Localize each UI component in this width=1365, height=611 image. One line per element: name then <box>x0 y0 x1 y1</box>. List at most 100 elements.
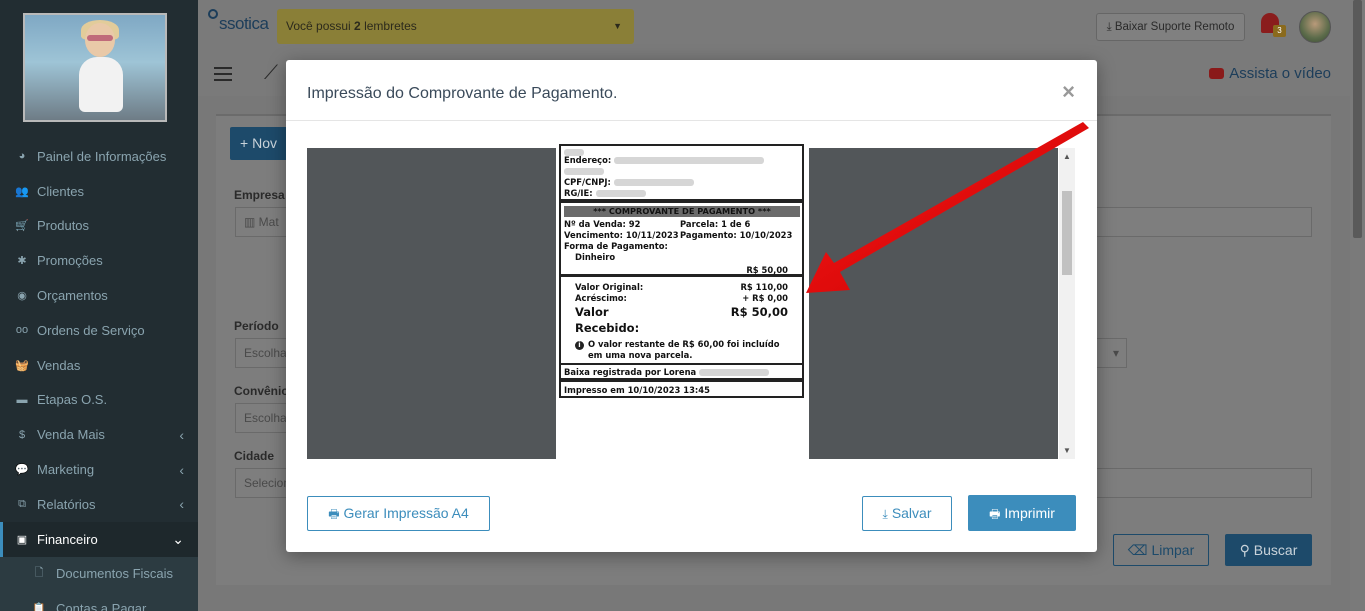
values-section: Valor Original: R$ 110,00 Acréscimo: + R… <box>559 275 804 365</box>
sidebar-item-ordens-servico[interactable]: oo Ordens de Serviço <box>0 313 198 348</box>
modal-divider <box>286 120 1097 121</box>
reminders-dropdown[interactable]: Você possui 2 lembretes ▼ <box>277 9 634 44</box>
sidebar-item-label: Venda Mais <box>37 427 105 443</box>
payment-method-label: Forma de Pagamento: <box>564 241 668 251</box>
sidebar-item-contas-pagar[interactable]: 📋 Contas a Pagar <box>0 591 198 611</box>
menu-toggle-icon[interactable] <box>214 67 232 81</box>
addition-label: Acréscimo: <box>575 293 627 303</box>
notifications-bell[interactable]: 3 <box>1261 11 1286 37</box>
copy-icon: ⧉ <box>18 497 26 510</box>
download-remote-support-button[interactable]: ⤓ Baixar Suporte Remoto <box>1096 13 1245 41</box>
save-button-label: Salvar <box>891 505 932 521</box>
sidebar-item-label: Painel de Informações <box>37 148 167 164</box>
viewer-right-panel <box>809 148 1058 459</box>
watch-video-link[interactable]: Assista o vídeo <box>1209 65 1331 82</box>
search-button-label: Buscar <box>1253 542 1298 558</box>
chevron-left-icon: ‹ <box>179 496 184 513</box>
note-line-2: em uma nova parcela. <box>588 350 693 360</box>
sidebar-item-vendas[interactable]: 🧺 Vendas <box>0 348 198 383</box>
chevron-left-icon: ‹ <box>179 461 184 478</box>
clipboard-icon: 📋 <box>32 603 46 611</box>
printed-at-section: Impresso em 10/10/2023 13:45 <box>559 380 804 398</box>
scroll-down-icon[interactable]: ▼ <box>1063 446 1071 455</box>
app-logo[interactable]: ssotica <box>208 9 269 34</box>
users-icon: 👥 <box>15 185 29 198</box>
save-button[interactable]: ⤓ Salvar <box>862 496 952 531</box>
sidebar-item-marketing[interactable]: 💬 Marketing ‹ <box>0 452 198 487</box>
profile-photo <box>23 13 167 122</box>
chart-icon[interactable]: ⟋ <box>264 62 278 85</box>
convenio-value: Escolha <box>244 411 287 425</box>
download-icon: ⤓ <box>882 507 888 521</box>
print-button[interactable]: 🖶 Imprimir <box>968 495 1076 531</box>
scroll-thumb[interactable] <box>1062 191 1072 275</box>
user-avatar[interactable] <box>1299 11 1331 43</box>
page-scrollbar[interactable] <box>1350 0 1365 611</box>
close-icon[interactable]: × <box>1062 81 1075 103</box>
empresa-value: Mat <box>258 215 279 229</box>
sale-number: Nº da Venda: 92 <box>564 219 641 229</box>
basket-icon: 🧺 <box>15 359 29 372</box>
clear-button-label: Limpar <box>1151 542 1195 558</box>
sidebar-item-orcamentos[interactable]: ◉ Orçamentos <box>0 278 198 313</box>
payment-method: Dinheiro <box>575 252 616 262</box>
reminder-prefix: Você possui <box>286 19 355 33</box>
chevron-left-icon: ‹ <box>179 426 184 443</box>
sidebar-item-label: Ordens de Serviço <box>37 322 145 338</box>
original-value-label: Valor Original: <box>575 282 644 292</box>
reminder-count: 2 <box>354 19 361 33</box>
generate-a4-button[interactable]: 🖶 Gerar Impressão A4 <box>307 496 490 531</box>
clear-button[interactable]: ⌫ Limpar <box>1113 534 1209 566</box>
sidebar-item-etapas-os[interactable]: ▬ Etapas O.S. <box>0 383 198 418</box>
cidade-value: Selecion <box>244 476 291 490</box>
cpf-label: CPF/CNPJ: <box>564 177 611 187</box>
info-icon: i <box>575 341 584 350</box>
addition-value: + R$ 0,00 <box>742 293 788 303</box>
payment-receipt-modal: Impressão do Comprovante de Pagamento. ×… <box>286 60 1097 552</box>
viewer-scrollbar[interactable]: ▲ ▼ <box>1059 148 1075 459</box>
right-filter-field-2[interactable] <box>1096 468 1312 498</box>
sidebar-item-financeiro[interactable]: ▣ Financeiro ⌄ <box>0 521 198 557</box>
pdf-viewer[interactable]: Endereço: CPF/CNPJ: RG/IE: *** COMPROVAN… <box>307 144 1075 460</box>
periodo-value: Escolha <box>244 346 287 360</box>
plus-icon: + <box>240 135 253 151</box>
sidebar-item-relatorios[interactable]: ⧉ Relatórios ‹ <box>0 487 198 522</box>
notification-badge: 3 <box>1273 25 1286 37</box>
caret-down-icon: ▼ <box>613 21 622 31</box>
note-line-1: O valor restante de R$ 60,00 foi incluíd… <box>588 339 780 349</box>
building-icon: ▥ <box>244 215 259 229</box>
chevron-down-icon: ⌄ <box>172 530 184 547</box>
original-value: R$ 110,00 <box>740 282 788 292</box>
watch-video-label: Assista o vídeo <box>1229 65 1331 82</box>
label-convenio: Convênio <box>234 384 289 398</box>
sidebar-item-painel[interactable]: ◕ Painel de Informações <box>0 139 198 174</box>
sidebar-item-venda-mais[interactable]: $ Venda Mais ‹ <box>0 417 198 452</box>
comments-icon: 💬 <box>15 464 29 477</box>
periodo-select-right[interactable]: ▾ <box>1096 338 1127 368</box>
due-date: Vencimento: 10/11/2023 <box>564 230 679 240</box>
file-icon: 🗋 <box>34 567 44 580</box>
scroll-up-icon[interactable]: ▲ <box>1063 152 1071 161</box>
registered-by: Baixa registrada por Lorena <box>564 367 697 377</box>
card-icon: ▬ <box>16 393 28 406</box>
chevron-down-icon: ▾ <box>1113 346 1120 360</box>
sidebar-item-label: Produtos <box>37 218 90 234</box>
received-label-1: Valor <box>575 305 609 319</box>
sidebar-item-label: Documentos Fiscais <box>56 566 174 582</box>
sidebar-item-label: Orçamentos <box>37 288 108 304</box>
sidebar-item-produtos[interactable]: 🛒 Produtos <box>0 209 198 244</box>
right-filter-field[interactable] <box>1096 207 1312 237</box>
cart-icon: 🛒 <box>15 220 29 233</box>
search-button[interactable]: ⚲ Buscar <box>1225 534 1312 566</box>
sidebar-item-label: Etapas O.S. <box>37 392 108 408</box>
sidebar-menu: ◕ Painel de Informações 👥 Clientes 🛒 Produt… <box>0 139 198 611</box>
sidebar-item-label: Relatórios <box>37 496 96 512</box>
asterisk-icon: ✱ <box>17 255 27 268</box>
sidebar-item-documentos-fiscais[interactable]: 🗋 Documentos Fiscais <box>0 556 198 592</box>
sidebar-item-promocoes[interactable]: ✱ Promoções <box>0 243 198 278</box>
download-icon: ⤓ <box>1106 21 1115 33</box>
money-icon: ▣ <box>16 533 28 546</box>
sidebar-item-clientes[interactable]: 👥 Clientes <box>0 174 198 209</box>
budget-icon: ◉ <box>17 290 27 303</box>
receipt-section-header: *** COMPROVANTE DE PAGAMENTO *** <box>564 206 800 217</box>
